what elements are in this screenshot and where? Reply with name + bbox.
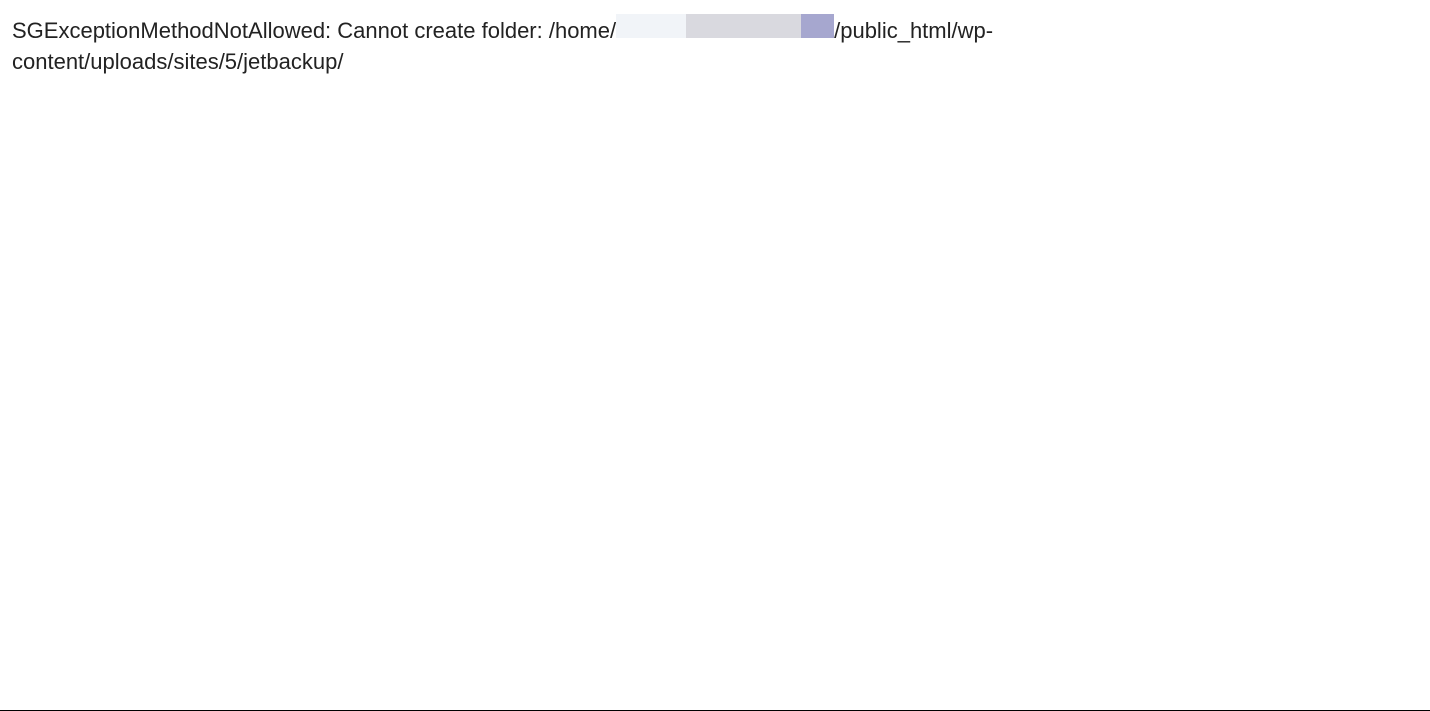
error-prefix: SGExceptionMethodNotAllowed: Cannot crea…: [12, 18, 616, 43]
redaction-block: [801, 14, 834, 38]
redaction-block: [616, 14, 686, 38]
redaction-block: [686, 14, 801, 38]
error-message: SGExceptionMethodNotAllowed: Cannot crea…: [12, 14, 1430, 78]
error-suffix-line1: /public_html/wp-: [834, 18, 993, 43]
error-line-1: SGExceptionMethodNotAllowed: Cannot crea…: [12, 18, 993, 43]
error-line-2: content/uploads/sites/5/jetbackup/: [12, 49, 343, 74]
redacted-path-segment: [616, 14, 834, 38]
